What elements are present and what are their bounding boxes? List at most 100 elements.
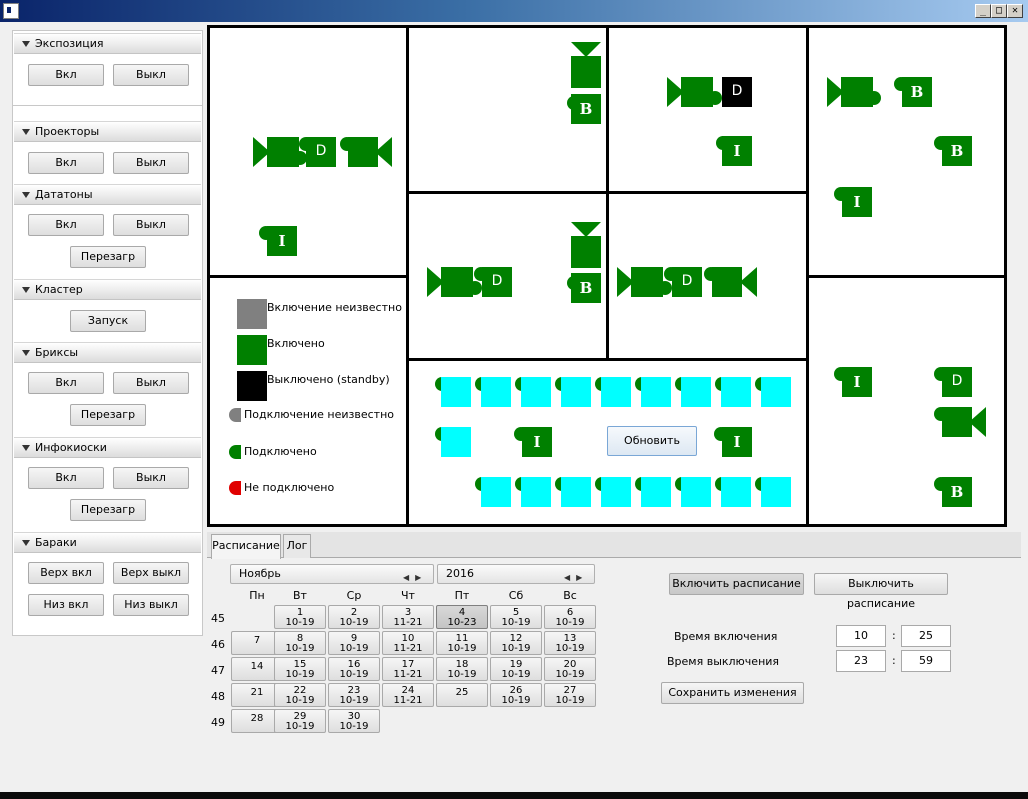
- month-nav-arrows-icon[interactable]: ◀▶: [403, 569, 427, 587]
- barracks-top-on-button[interactable]: Верх вкл: [28, 562, 104, 584]
- info-kiosk-device[interactable]: I: [722, 136, 752, 166]
- calendar-day[interactable]: 11 10-19: [436, 631, 488, 655]
- group-header-barracks[interactable]: Бараки: [14, 532, 201, 553]
- calendar-day[interactable]: 23 10-19: [328, 683, 380, 707]
- info-kiosk-device[interactable]: I: [842, 367, 872, 397]
- calendar-day[interactable]: 13 10-19: [544, 631, 596, 655]
- screen-tile[interactable]: [761, 377, 791, 407]
- year-nav-arrows-icon[interactable]: ◀▶: [564, 569, 588, 587]
- calendar-day[interactable]: 9 10-19: [328, 631, 380, 655]
- projectors-on-button[interactable]: Вкл: [28, 152, 104, 174]
- barracks-bottom-off-button[interactable]: Низ выкл: [113, 594, 189, 616]
- screen-tile[interactable]: [441, 377, 471, 407]
- group-header-exposition[interactable]: Экспозиция: [14, 33, 201, 54]
- screen-tile[interactable]: [681, 377, 711, 407]
- on-hour-input[interactable]: 10: [836, 625, 886, 647]
- brix-on-button[interactable]: Вкл: [28, 372, 104, 394]
- camera-icon[interactable]: [571, 236, 601, 268]
- disable-schedule-button[interactable]: Выключить расписание: [814, 573, 948, 610]
- off-minute-input[interactable]: 59: [901, 650, 951, 672]
- exposition-on-button[interactable]: Вкл: [28, 64, 104, 86]
- camera-icon[interactable]: [631, 267, 663, 297]
- screen-tile[interactable]: [641, 477, 671, 507]
- screen-tile[interactable]: [601, 477, 631, 507]
- calendar-day[interactable]: 17 11-21: [382, 657, 434, 681]
- calendar-day[interactable]: 26 10-19: [490, 683, 542, 707]
- calendar-day[interactable]: 27 10-19: [544, 683, 596, 707]
- tab-log[interactable]: Лог: [283, 534, 311, 558]
- info-kiosk-device[interactable]: I: [267, 226, 297, 256]
- screen-tile[interactable]: [521, 477, 551, 507]
- exposition-off-button[interactable]: Выкл: [113, 64, 189, 86]
- kiosks-on-button[interactable]: Вкл: [28, 467, 104, 489]
- calendar-day[interactable]: 1 10-19: [274, 605, 326, 629]
- calendar-day[interactable]: 8 10-19: [274, 631, 326, 655]
- info-kiosk-device[interactable]: I: [842, 187, 872, 217]
- screen-tile[interactable]: [681, 477, 711, 507]
- brix-device[interactable]: B: [902, 77, 932, 107]
- screen-tile[interactable]: [481, 477, 511, 507]
- month-selector[interactable]: Ноябрь ◀▶: [230, 564, 434, 584]
- datatons-restart-button[interactable]: Перезагр: [70, 246, 146, 268]
- barracks-bottom-on-button[interactable]: Низ вкл: [28, 594, 104, 616]
- projectors-off-button[interactable]: Выкл: [113, 152, 189, 174]
- calendar-day[interactable]: 19 10-19: [490, 657, 542, 681]
- calendar-day[interactable]: 25: [436, 683, 488, 707]
- datatons-on-button[interactable]: Вкл: [28, 214, 104, 236]
- calendar-day[interactable]: 3 11-21: [382, 605, 434, 629]
- refresh-button[interactable]: Обновить: [607, 426, 697, 456]
- group-header-projectors[interactable]: Проекторы: [14, 121, 201, 142]
- info-kiosk-device[interactable]: I: [722, 427, 752, 457]
- off-hour-input[interactable]: 23: [836, 650, 886, 672]
- camera-icon[interactable]: [571, 56, 601, 88]
- calendar-day[interactable]: 10 11-21: [382, 631, 434, 655]
- enable-schedule-button[interactable]: Включить расписание: [669, 573, 804, 595]
- camera-icon[interactable]: [712, 267, 742, 297]
- screen-tile[interactable]: [641, 377, 671, 407]
- calendar-day[interactable]: 30 10-19: [328, 709, 380, 733]
- calendar-day[interactable]: 20 10-19: [544, 657, 596, 681]
- brix-device[interactable]: B: [571, 273, 601, 303]
- group-header-kiosks[interactable]: Инфокиоски: [14, 437, 201, 458]
- calendar-day[interactable]: 18 10-19: [436, 657, 488, 681]
- brix-device[interactable]: B: [942, 477, 972, 507]
- info-kiosk-device[interactable]: I: [522, 427, 552, 457]
- camera-icon[interactable]: [942, 407, 972, 437]
- brix-device[interactable]: B: [942, 136, 972, 166]
- datatone-device[interactable]: D: [482, 267, 512, 297]
- maximize-button[interactable]: □: [991, 4, 1007, 18]
- calendar-day[interactable]: 29 10-19: [274, 709, 326, 733]
- group-header-cluster[interactable]: Кластер: [14, 279, 201, 300]
- camera-icon[interactable]: [681, 77, 713, 107]
- cluster-start-button[interactable]: Запуск: [70, 310, 146, 332]
- tab-schedule[interactable]: Расписание: [211, 534, 281, 559]
- kiosks-restart-button[interactable]: Перезагр: [70, 499, 146, 521]
- screen-tile[interactable]: [521, 377, 551, 407]
- brix-restart-button[interactable]: Перезагр: [70, 404, 146, 426]
- calendar-day[interactable]: 22 10-19: [274, 683, 326, 707]
- screen-tile[interactable]: [761, 477, 791, 507]
- group-header-datatons[interactable]: Дататоны: [14, 184, 201, 205]
- close-button[interactable]: ✕: [1007, 4, 1023, 18]
- calendar-day[interactable]: 24 11-21: [382, 683, 434, 707]
- calendar-day[interactable]: 12 10-19: [490, 631, 542, 655]
- year-selector[interactable]: 2016 ◀▶: [437, 564, 595, 584]
- calendar-day[interactable]: 5 10-19: [490, 605, 542, 629]
- calendar-day[interactable]: 6 10-19: [544, 605, 596, 629]
- screen-tile[interactable]: [481, 377, 511, 407]
- group-header-brix[interactable]: Бриксы: [14, 342, 201, 363]
- calendar-day[interactable]: 16 10-19: [328, 657, 380, 681]
- barracks-top-off-button[interactable]: Верх выкл: [113, 562, 189, 584]
- kiosks-off-button[interactable]: Выкл: [113, 467, 189, 489]
- calendar-day[interactable]: 2 10-19: [328, 605, 380, 629]
- screen-tile[interactable]: [441, 427, 471, 457]
- on-minute-input[interactable]: 25: [901, 625, 951, 647]
- camera-icon[interactable]: [441, 267, 473, 297]
- screen-tile[interactable]: [721, 477, 751, 507]
- camera-icon[interactable]: [348, 137, 378, 167]
- brix-device[interactable]: B: [571, 94, 601, 124]
- calendar-day[interactable]: 4 10-23: [436, 605, 488, 629]
- screen-tile[interactable]: [561, 377, 591, 407]
- screen-tile[interactable]: [721, 377, 751, 407]
- brix-off-button[interactable]: Выкл: [113, 372, 189, 394]
